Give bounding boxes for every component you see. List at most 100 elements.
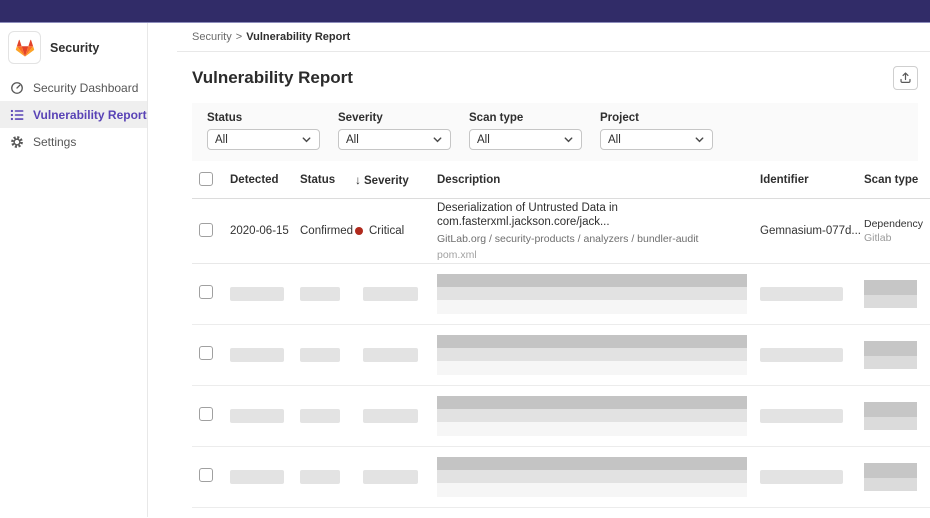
scan-type-select[interactable]: All <box>469 129 582 150</box>
filter-status-label: Status <box>207 112 320 124</box>
skeleton-bar <box>363 287 418 301</box>
skeleton-description <box>437 335 747 375</box>
row-checkbox[interactable] <box>199 223 213 237</box>
chevron-down-icon <box>301 134 312 145</box>
sort-descending-icon: ↓ <box>355 173 361 187</box>
scan-type-cell: Dependency Gitlab <box>864 217 930 245</box>
vulnerability-table: Detected Status ↓Severity Description Id… <box>192 162 930 517</box>
project-select-value: All <box>608 134 621 146</box>
status-select-value: All <box>215 134 228 146</box>
dashboard-gauge-icon <box>10 81 24 95</box>
skeleton-scan-type <box>864 280 917 308</box>
skeleton-bar <box>300 470 340 484</box>
table-header-row: Detected Status ↓Severity Description Id… <box>192 162 930 199</box>
skeleton-bar <box>363 470 418 484</box>
project-path: GitLab.org / security-products / analyze… <box>437 233 760 245</box>
identifier-cell: Gemnasium-077d... <box>760 225 864 237</box>
row-checkbox <box>199 285 213 299</box>
skeleton-description <box>437 396 747 436</box>
table-row-skeleton <box>192 325 930 386</box>
status-cell: Confirmed <box>300 225 355 237</box>
column-header-status[interactable]: Status <box>300 174 355 186</box>
row-checkbox <box>199 346 213 360</box>
column-header-scan-type[interactable]: Scan type <box>864 174 930 186</box>
page-title: Vulnerability Report <box>192 68 353 88</box>
sidebar-item-vulnerability-report[interactable]: Vulnerability Report <box>0 101 147 128</box>
severity-cell: Critical <box>355 225 437 237</box>
sidebar-brand[interactable]: Security <box>0 23 147 74</box>
filter-project: Project All <box>600 112 713 150</box>
export-icon <box>899 71 912 84</box>
sidebar-item-security-dashboard[interactable]: Security Dashboard <box>0 74 147 101</box>
column-header-detected[interactable]: Detected <box>230 174 300 186</box>
vulnerability-title-link[interactable]: Deserialization of Untrusted Data in com… <box>437 201 760 229</box>
filter-severity-label: Severity <box>338 112 451 124</box>
column-header-severity[interactable]: ↓Severity <box>355 173 437 187</box>
description-cell: Deserialization of Untrusted Data in com… <box>437 201 760 261</box>
breadcrumb-current: Vulnerability Report <box>246 31 350 43</box>
skeleton-bar <box>230 470 284 484</box>
severity-label: Critical <box>369 225 404 237</box>
skeleton-bar <box>300 409 340 423</box>
chevron-down-icon <box>563 134 574 145</box>
skeleton-scan-type <box>864 402 917 430</box>
row-checkbox <box>199 407 213 421</box>
skeleton-bar <box>300 348 340 362</box>
table-row-skeleton <box>192 264 930 325</box>
table-row-skeleton <box>192 386 930 447</box>
filter-severity: Severity All <box>338 112 451 150</box>
page-header: Vulnerability Report <box>177 52 930 103</box>
gear-icon <box>10 135 24 149</box>
project-select[interactable]: All <box>600 129 713 150</box>
filter-project-label: Project <box>600 112 713 124</box>
skeleton-scan-type <box>864 463 917 491</box>
skeleton-bar <box>230 287 284 301</box>
filter-scan-type-label: Scan type <box>469 112 582 124</box>
location-file: pom.xml <box>437 249 760 261</box>
gitlab-logo <box>8 31 41 64</box>
breadcrumb-separator: > <box>236 31 242 43</box>
gitlab-tanuki-icon <box>14 37 36 59</box>
sidebar-item-label: Security Dashboard <box>33 81 138 95</box>
status-select[interactable]: All <box>207 129 320 150</box>
chevron-down-icon <box>694 134 705 145</box>
skeleton-bar <box>300 287 340 301</box>
bulleted-list-icon <box>10 108 24 122</box>
sidebar-item-label: Vulnerability Report <box>33 108 147 122</box>
column-header-description: Description <box>437 174 760 186</box>
skeleton-bar <box>230 409 284 423</box>
main-content: Security > Vulnerability Report Vulnerab… <box>148 23 930 517</box>
skeleton-bar <box>760 470 843 484</box>
skeleton-description <box>437 274 747 314</box>
scan-type-name: Dependency <box>864 217 930 231</box>
severity-select-value: All <box>346 134 359 146</box>
sidebar-item-label: Settings <box>33 135 76 149</box>
breadcrumb: Security > Vulnerability Report <box>177 23 930 52</box>
sidebar: Security Security Dashboard Vulnerabilit… <box>0 23 148 517</box>
breadcrumb-parent[interactable]: Security <box>192 31 232 43</box>
vulnerability-row[interactable]: 2020-06-15 Confirmed Critical Deserializ… <box>192 199 930 264</box>
filter-status: Status All <box>207 112 320 150</box>
row-checkbox <box>199 468 213 482</box>
export-button[interactable] <box>893 66 918 90</box>
sidebar-brand-label: Security <box>50 41 99 55</box>
severity-critical-dot-icon <box>355 227 363 235</box>
scanner-vendor: Gitlab <box>864 231 930 245</box>
skeleton-bar <box>363 348 418 362</box>
table-row-skeleton <box>192 447 930 508</box>
column-header-identifier[interactable]: Identifier <box>760 174 864 186</box>
scan-type-select-value: All <box>477 134 490 146</box>
skeleton-bar <box>760 287 843 301</box>
skeleton-bar <box>363 409 418 423</box>
detected-cell: 2020-06-15 <box>230 225 300 237</box>
skeleton-bar <box>760 409 843 423</box>
filter-scan-type: Scan type All <box>469 112 582 150</box>
select-all-checkbox[interactable] <box>199 172 213 186</box>
severity-select[interactable]: All <box>338 129 451 150</box>
table-row-skeleton-partial <box>192 508 930 517</box>
sidebar-item-settings[interactable]: Settings <box>0 128 147 155</box>
skeleton-bar <box>760 348 843 362</box>
top-bar <box>0 0 930 23</box>
skeleton-bar <box>230 348 284 362</box>
chevron-down-icon <box>432 134 443 145</box>
